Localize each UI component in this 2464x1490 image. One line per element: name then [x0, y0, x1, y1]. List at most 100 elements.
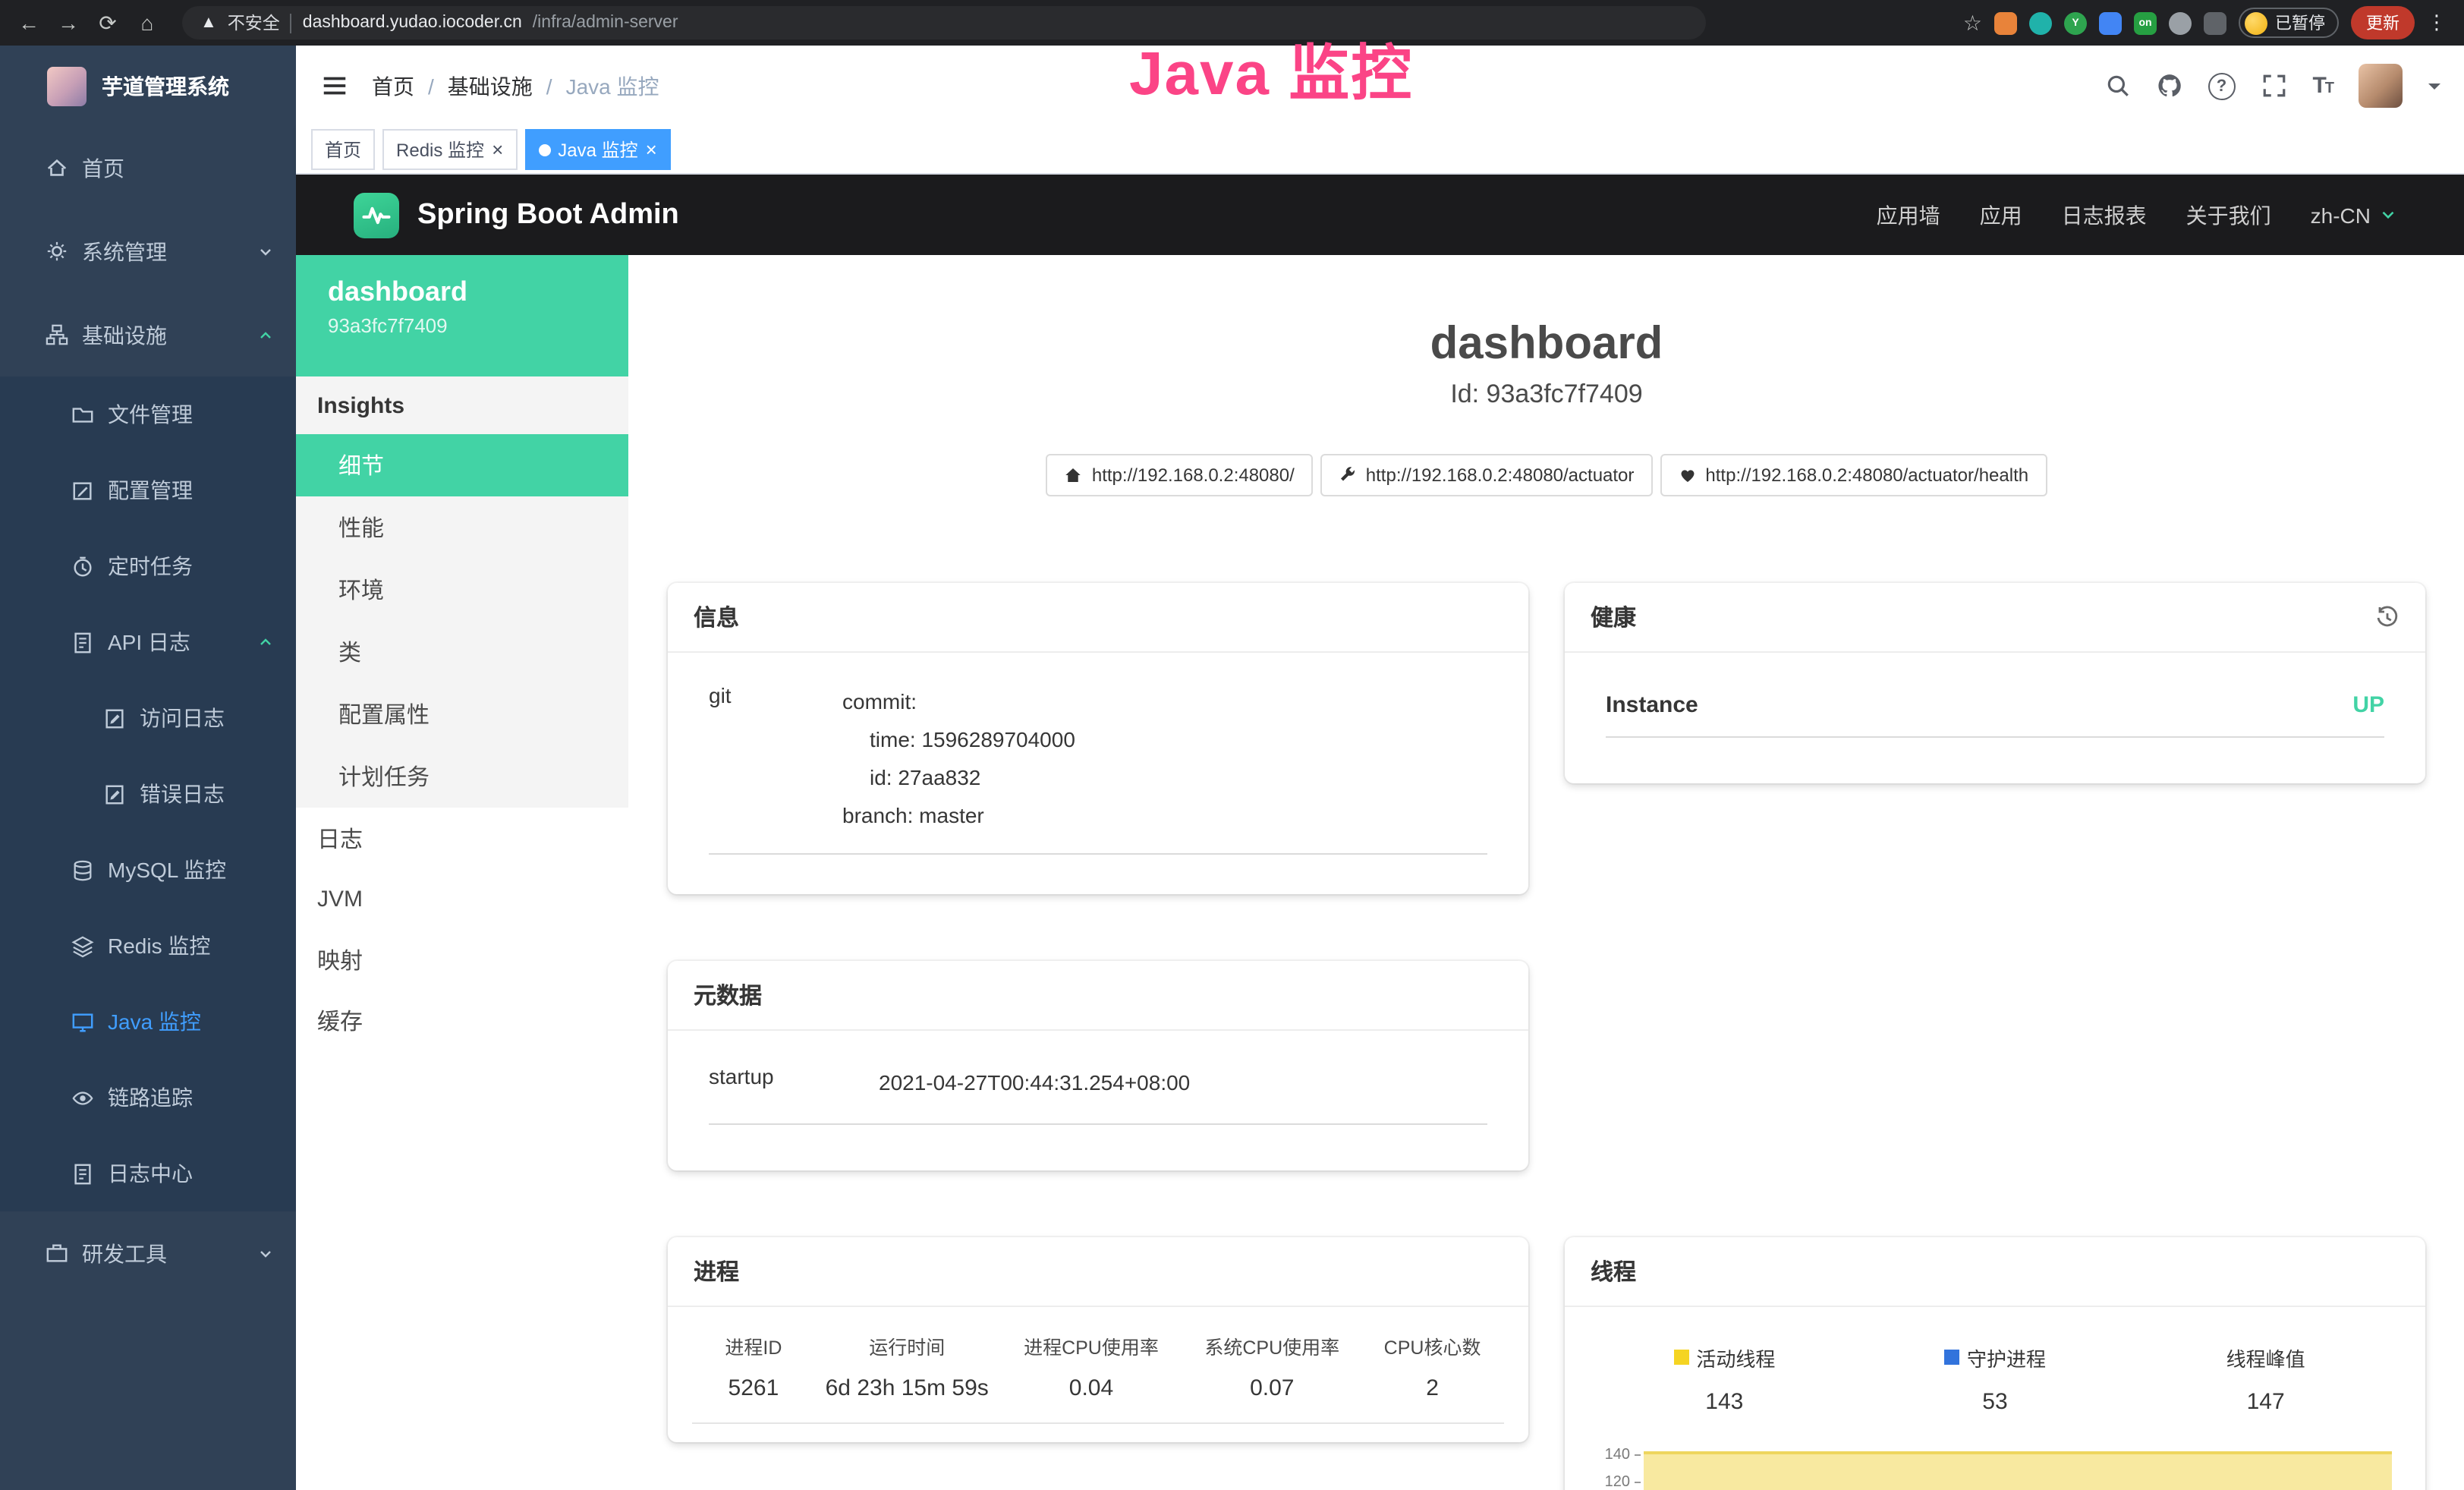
sidebar-item-error-logs[interactable]: 错误日志: [0, 756, 296, 832]
sidebar-item-scheduled-jobs[interactable]: 定时任务: [0, 528, 296, 604]
daemon-threads-label: 守护进程: [1967, 1343, 2046, 1372]
browser-update-button[interactable]: 更新: [2351, 6, 2415, 39]
sidebar-item-infrastructure[interactable]: 基础设施: [0, 293, 296, 376]
folder-icon: [71, 403, 94, 426]
daemon-threads-swatch: [1944, 1350, 1959, 1365]
sidebar-item-system-mgmt[interactable]: 系统管理: [0, 209, 296, 293]
sidebar-item-file-mgmt[interactable]: 文件管理: [0, 376, 296, 452]
peak-threads-label: 线程峰值: [2226, 1343, 2305, 1372]
tab-java-monitor[interactable]: Java 监控 ×: [524, 129, 671, 170]
browser-menu-icon[interactable]: ⋮: [2427, 11, 2450, 35]
sba-sidebar: dashboard 93a3fc7f7409 Insights 细节 性能 环境…: [296, 255, 628, 1490]
history-icon[interactable]: [2375, 605, 2399, 629]
search-icon[interactable]: [2104, 73, 2130, 99]
breadcrumb-home[interactable]: 首页: [372, 71, 414, 101]
bookmark-star-icon[interactable]: ☆: [1963, 10, 1982, 36]
sidebar-item-api-logs[interactable]: API 日志: [0, 604, 296, 680]
git-time-line: time: 1596289704000: [842, 721, 1075, 759]
instance-label: Instance: [1606, 692, 1698, 718]
sba-item-classes[interactable]: 类: [296, 621, 628, 683]
instance-header[interactable]: dashboard 93a3fc7f7409: [296, 255, 628, 376]
y-tick-label: 120: [1605, 1474, 1630, 1490]
chevron-up-icon: [256, 326, 275, 344]
layers-icon: [71, 934, 94, 957]
extension-icon[interactable]: [2099, 11, 2122, 34]
sba-item-scheduled-tasks[interactable]: 计划任务: [296, 745, 628, 808]
health-url-button[interactable]: http://192.168.0.2:48080/actuator/health: [1660, 454, 2047, 496]
browser-back-icon[interactable]: ←: [12, 6, 46, 39]
col-process-cpu: 进程CPU使用率: [999, 1331, 1184, 1375]
sba-locale-select[interactable]: zh-CN: [2311, 203, 2398, 227]
sba-item-metrics[interactable]: 性能: [296, 496, 628, 559]
chevron-down-icon: [256, 1244, 275, 1262]
sba-item-jvm[interactable]: JVM: [296, 868, 628, 929]
extension-icon[interactable]: [2204, 11, 2226, 34]
sba-item-caches[interactable]: 缓存: [296, 990, 628, 1051]
sidebar-item-log-center[interactable]: 日志中心: [0, 1136, 296, 1211]
browser-reload-icon[interactable]: ⟳: [91, 6, 124, 39]
extension-icon[interactable]: on: [2134, 11, 2157, 34]
tab-close-icon[interactable]: ×: [646, 140, 657, 159]
git-label: git: [709, 683, 842, 835]
sba-nav-applications[interactable]: 应用: [1980, 200, 2022, 230]
heart-icon: [1678, 466, 1696, 484]
menu-item-label: 访问日志: [140, 703, 225, 733]
live-threads-value: 143: [1589, 1389, 1860, 1415]
extension-icon[interactable]: Y: [2064, 11, 2087, 34]
sba-item-loggers[interactable]: 日志: [296, 808, 628, 868]
breadcrumb-separator: /: [546, 74, 552, 98]
sidebar-item-config-mgmt[interactable]: 配置管理: [0, 452, 296, 528]
sba-nav-wallboard[interactable]: 应用墙: [1877, 200, 1940, 230]
sidebar-item-access-logs[interactable]: 访问日志: [0, 680, 296, 756]
col-cpu-cores: CPU核心数: [1361, 1331, 1504, 1375]
sba-item-environment[interactable]: 环境: [296, 559, 628, 621]
sba-nav-about[interactable]: 关于我们: [2186, 200, 2271, 230]
help-icon[interactable]: ?: [2208, 72, 2235, 99]
avatar-caret-icon[interactable]: [2428, 83, 2440, 96]
browser-home-icon[interactable]: ⌂: [131, 6, 164, 39]
sidebar-item-dev-tools[interactable]: 研发工具: [0, 1211, 296, 1295]
sidebar-menu: 首页 系统管理 基础设施 文件管理: [0, 126, 296, 1295]
hamburger-icon[interactable]: [320, 71, 349, 100]
briefcase-icon: [46, 1242, 68, 1265]
breadcrumb-infrastructure[interactable]: 基础设施: [448, 71, 533, 101]
chevron-down-icon: [2378, 205, 2398, 225]
threads-legend: 活动线程 143 守护进程: [1589, 1344, 2401, 1415]
sba-item-details[interactable]: 细节: [296, 434, 628, 496]
sba-item-config-props[interactable]: 配置属性: [296, 683, 628, 745]
sidebar-item-home[interactable]: 首页: [0, 126, 296, 209]
profile-avatar-emoji: [2245, 11, 2267, 34]
page-title: dashboard: [628, 317, 2464, 372]
sidebar-item-java-monitor[interactable]: Java 监控: [0, 984, 296, 1060]
sidebar-item-tracing[interactable]: 链路追踪: [0, 1060, 296, 1136]
tab-home[interactable]: 首页: [311, 129, 375, 170]
threads-card: 线程 活动线程 143: [1565, 1237, 2425, 1490]
user-avatar[interactable]: [2359, 64, 2403, 108]
col-system-cpu: 系统CPU使用率: [1183, 1331, 1361, 1375]
threads-card-title: 线程: [1565, 1237, 2425, 1307]
extension-icon[interactable]: [2029, 11, 2052, 34]
instance-id: 93a3fc7f7409: [328, 314, 628, 337]
git-row: git commit: time: 1596289704000 id: 27aa…: [709, 683, 1487, 855]
insights-group: Insights 细节 性能 环境 类 配置属性 计划任务: [296, 376, 628, 808]
sba-logo[interactable]: [354, 192, 399, 238]
sidebar-item-redis-monitor[interactable]: Redis 监控: [0, 908, 296, 984]
tab-redis-monitor[interactable]: Redis 监控 ×: [382, 129, 517, 170]
extension-icon[interactable]: [1994, 11, 2017, 34]
sba-item-mappings[interactable]: 映射: [296, 929, 628, 990]
actuator-url-button[interactable]: http://192.168.0.2:48080/actuator: [1320, 454, 1653, 496]
git-commit-line: commit:: [842, 683, 1075, 721]
service-url-button[interactable]: http://192.168.0.2:48080/: [1046, 454, 1313, 496]
sitemap-icon: [46, 323, 68, 346]
github-icon[interactable]: [2156, 73, 2182, 99]
address-bar[interactable]: ▲ 不安全 dashboard.yudao.iocoder.cn/infra/a…: [182, 6, 1706, 39]
extension-icon[interactable]: [2169, 11, 2192, 34]
font-size-icon[interactable]: TT: [2312, 73, 2333, 99]
sba-nav-journal[interactable]: 日志报表: [2062, 200, 2147, 230]
sidebar-item-mysql-monitor[interactable]: MySQL 监控: [0, 832, 296, 908]
sba-brand-title[interactable]: Spring Boot Admin: [417, 198, 679, 232]
tab-close-icon[interactable]: ×: [492, 140, 503, 159]
browser-forward-icon[interactable]: →: [52, 6, 85, 39]
fullscreen-icon[interactable]: [2261, 73, 2286, 99]
profile-paused-badge[interactable]: 已暂停: [2239, 8, 2339, 38]
